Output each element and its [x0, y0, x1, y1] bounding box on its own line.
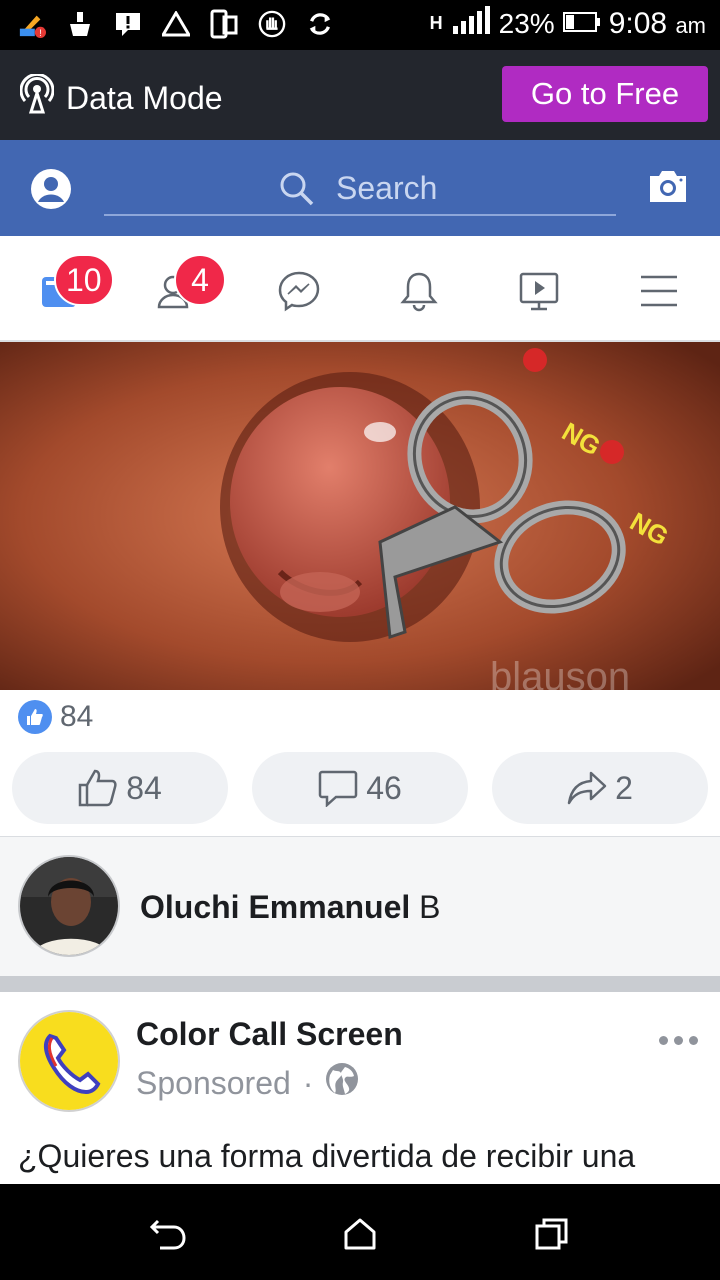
globe-icon	[325, 1062, 359, 1104]
sponsored-post: Color Call Screen Sponsored · ¿Quieres u…	[0, 992, 720, 1184]
commenter-line: Oluchi Emmanuel B	[140, 889, 441, 926]
share-button[interactable]: 2	[492, 752, 708, 824]
search-input[interactable]	[336, 168, 596, 208]
reaction-count: 84	[60, 700, 94, 733]
broom-icon	[66, 8, 94, 40]
share-icon	[567, 771, 607, 805]
profile-icon[interactable]	[30, 168, 72, 210]
tab-bar: 10 4	[0, 236, 720, 342]
back-icon	[149, 1219, 186, 1250]
recents-button[interactable]	[532, 1214, 572, 1254]
sponsored-label: Sponsored	[136, 1064, 291, 1101]
battery-percent: 23%	[498, 7, 555, 39]
reaction-summary[interactable]: 84	[18, 700, 93, 734]
data-mode-indicator: Data Mode	[19, 72, 223, 122]
clock-ampm: am	[675, 12, 706, 38]
tab-notifications[interactable]	[394, 266, 444, 316]
like-reaction-icon	[18, 700, 52, 734]
status-bar: ! H 23% 9:08 am	[0, 0, 720, 50]
comment-icon	[318, 770, 358, 807]
hamburger-menu-icon	[641, 275, 677, 307]
bell-icon	[400, 272, 438, 312]
search-bar[interactable]	[104, 166, 616, 216]
advertiser-name[interactable]: Color Call Screen	[136, 1016, 403, 1053]
sync-icon	[306, 8, 334, 40]
data-mode-bar: Data Mode Go to Free	[0, 50, 720, 140]
like-count: 84	[126, 769, 162, 806]
sponsored-meta: Sponsored ·	[136, 1062, 359, 1104]
tab-messenger[interactable]	[274, 266, 324, 316]
clock: 9:08 am	[609, 7, 706, 41]
more-options-icon[interactable]	[659, 1036, 698, 1045]
home-button[interactable]	[340, 1214, 380, 1254]
comment-button[interactable]: 46	[252, 752, 468, 824]
share-count: 2	[615, 769, 633, 806]
svg-text:!: !	[39, 28, 42, 38]
advertiser-logo[interactable]	[18, 1010, 120, 1112]
alert-icon	[114, 8, 142, 40]
network-type-indicator: H	[429, 13, 443, 33]
hand-icon	[258, 8, 286, 40]
go-to-free-button[interactable]: Go to Free	[502, 66, 708, 122]
screen-mirror-icon	[210, 8, 238, 40]
like-button[interactable]: 84	[12, 752, 228, 824]
post-image[interactable]: NG NG blauson	[0, 342, 720, 690]
facebook-header	[0, 140, 720, 236]
camera-icon[interactable]	[648, 168, 688, 209]
comment-count: 46	[366, 769, 402, 806]
signal-icon	[451, 6, 491, 41]
news-feed-badge: 10	[54, 254, 114, 306]
friend-requests-badge: 4	[174, 254, 226, 306]
drive-icon	[162, 8, 190, 40]
system-nav-bar	[0, 1184, 720, 1280]
search-icon	[278, 170, 316, 213]
tab-watch[interactable]	[514, 266, 564, 316]
clock-time: 9:08	[608, 6, 668, 40]
messenger-icon	[278, 271, 320, 312]
ad-body-text: ¿Quieres una forma divertida de recibir …	[18, 1138, 636, 1174]
feed-separator	[0, 976, 720, 992]
thumbs-up-icon	[78, 769, 117, 807]
comment-text: B	[419, 889, 441, 925]
meta-separator: ·	[302, 1064, 314, 1101]
cleaner-icon: !	[18, 8, 46, 40]
data-mode-label: Data Mode	[66, 79, 223, 116]
comment-preview[interactable]: Oluchi Emmanuel B	[0, 836, 720, 976]
battery-icon	[562, 8, 601, 40]
video-icon	[519, 272, 559, 311]
home-icon	[344, 1218, 376, 1250]
tab-menu[interactable]	[634, 266, 684, 316]
image-watermark: blauson	[490, 655, 630, 690]
commenter-name[interactable]: Oluchi Emmanuel	[140, 889, 410, 925]
tab-friends[interactable]: 4	[150, 254, 226, 316]
recents-icon	[535, 1218, 568, 1250]
commenter-avatar[interactable]	[18, 855, 120, 957]
post-image-graphic: NG NG blauson	[0, 342, 720, 690]
broadcast-icon	[19, 72, 55, 122]
back-button[interactable]	[148, 1214, 188, 1254]
tab-news-feed[interactable]: 10	[34, 254, 114, 316]
